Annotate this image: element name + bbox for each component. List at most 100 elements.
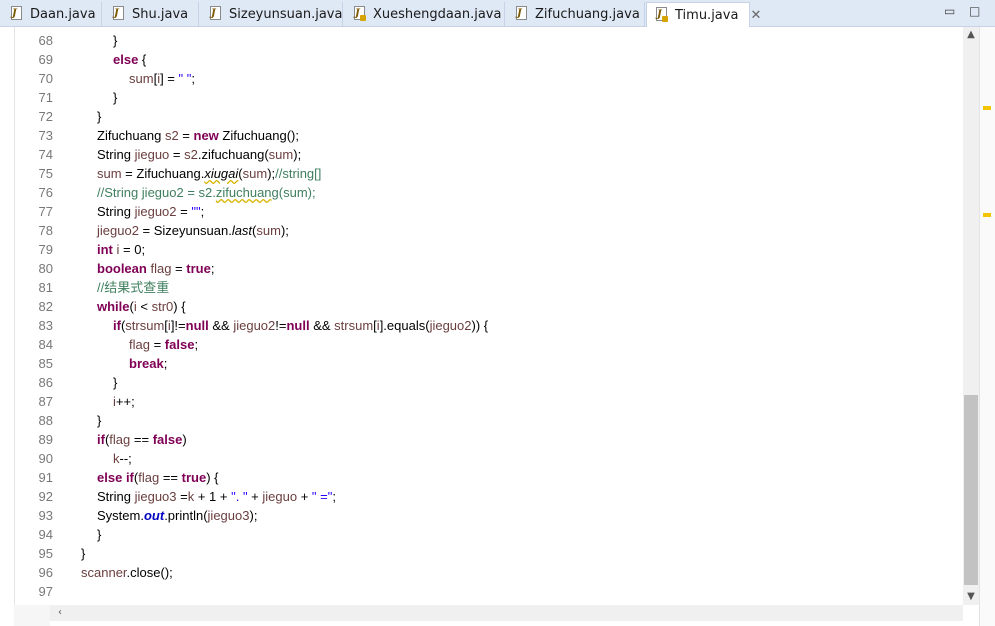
minimize-icon[interactable]: ▭ [944,4,958,18]
arrow-up-icon[interactable]: ▲ [963,27,979,43]
code-token: jieguo3 [207,508,250,523]
code-line[interactable]: if(strsum[i]!=null && jieguo2!=null && s… [113,316,488,335]
code-token: + 1 + [194,489,232,504]
code-token: = [149,337,165,352]
code-token: null [286,318,310,333]
code-token: flag [150,261,172,276]
code-token: jieguo2 [233,318,276,333]
code-line[interactable]: } [81,544,85,563]
horizontal-scrollbar[interactable]: ‹ [50,605,963,621]
code-token: String [97,147,135,162]
line-number: 93 [38,508,53,523]
code-token: true [181,470,207,485]
code-line[interactable]: scanner.close(); [81,563,173,582]
code-token: String [97,489,135,504]
code-token: strsum [334,318,374,333]
code-line[interactable]: break; [129,354,167,373]
code-token: = [176,489,188,504]
code-token: } [81,546,86,561]
code-token: sum [97,166,122,181]
line-number: 87 [38,394,53,409]
code-line[interactable]: flag = false; [129,335,198,354]
warning-marker[interactable] [983,106,991,110]
line-number: 86 [38,375,53,390]
code-token: == [130,432,153,447]
tab-shu[interactable]: J Shu.java [104,2,199,26]
code-line[interactable]: //结果式查重 [97,278,169,297]
code-line[interactable]: boolean flag = true; [97,259,214,278]
line-number: 81 [38,280,53,295]
code-line[interactable]: k--; [113,449,132,468]
code-token: )) { [471,318,489,333]
arrow-down-icon[interactable]: ▼ [963,589,979,605]
code-token: ); [280,223,289,238]
vertical-scrollbar[interactable]: ▲ ▼ [963,27,979,605]
tab-sizeyunsuan[interactable]: J Sizeyunsuan.java [201,2,343,26]
line-number: 91 [38,470,53,485]
overview-ruler[interactable] [979,27,995,626]
warning-marker[interactable] [983,213,991,217]
code-token: jieguo3 [134,489,177,504]
code-line[interactable]: String jieguo = s2.zifuchuang(sum); [97,145,301,164]
code-token: //string[] [275,166,322,181]
code-token: sum [129,71,154,86]
code-line[interactable]: Zifuchuang s2 = new Zifuchuang(); [97,126,299,145]
code-token: ]!= [170,318,186,333]
maximize-icon[interactable]: □ [969,4,983,18]
code-line[interactable]: } [113,373,117,392]
code-token: boolean [97,261,147,276]
code-line[interactable]: //String jieguo2 = s2.zifuchuang(sum); [97,183,316,202]
code-token: if [125,470,134,485]
close-icon[interactable]: ✕ [750,8,761,23]
code-line[interactable]: int i = 0; [97,240,145,259]
tab-timu[interactable]: J Timu.java ✕ [646,2,761,27]
code-token: "" [191,204,201,219]
code-token: true [186,261,211,276]
code-token: sum [268,147,294,162]
code-line[interactable]: } [113,31,117,50]
code-line[interactable]: } [97,411,101,430]
code-line[interactable]: sum = Zifuchuang.xiugai(sum);//string[] [97,164,321,183]
code-line[interactable]: else { [113,50,146,69]
code-line[interactable]: while(i < str0) { [97,297,186,316]
code-line[interactable]: } [113,88,117,107]
code-token: ; [191,71,195,86]
line-number: 84 [38,337,53,352]
code-line[interactable]: System.out.println(jieguo3); [97,506,257,525]
code-token: //结果式查重 [97,280,170,295]
code-line[interactable]: String jieguo2 = ""; [97,202,204,221]
code-line[interactable]: } [97,525,101,544]
code-editor[interactable]: 68 69 70 71 72 73 74 75 76 77 78 79 80 81 82 83 84 85 86 87… [14,27,963,605]
code-line[interactable]: sum[i] = " "; [129,69,195,88]
code-token: " =" [311,489,333,504]
code-line[interactable]: else if(flag == true) { [97,468,218,487]
code-token: ); [249,508,258,523]
code-token: null [185,318,209,333]
code-token: && [208,318,234,333]
code-token: = [176,204,192,219]
code-line[interactable]: } [97,107,101,126]
code-token: } [113,375,118,390]
code-line[interactable]: jieguo2 = Sizeyunsuan.last(sum); [97,221,289,240]
code-token: = [178,128,194,143]
tab-zifuchuang[interactable]: J Zifuchuang.java [507,2,645,26]
code-token: } [97,109,102,124]
code-token: while [97,299,130,314]
code-line[interactable]: String jieguo3 =k + 1 + ". " + jieguo + … [97,487,336,506]
line-number: 68 [38,33,53,48]
code-line[interactable]: if(flag == false) [97,430,187,449]
code-line[interactable]: i++; [113,392,135,411]
code-token: ) { [173,299,186,314]
code-token: flag [129,337,150,352]
tab-xueshengdaan[interactable]: J Xueshengdaan.java [345,2,505,26]
code-token: if [97,432,105,447]
code-token: String [97,204,135,219]
code-token: ; [200,204,205,219]
code-token: strsum [125,318,165,333]
tab-daan[interactable]: J Daan.java [2,2,102,26]
code-token: Zifuchuang [97,128,165,143]
arrow-left-icon[interactable]: ‹ [52,605,68,621]
scrollbar-thumb[interactable] [964,395,978,585]
line-number: 85 [38,356,53,371]
tab-label: Zifuchuang.java [535,6,640,22]
